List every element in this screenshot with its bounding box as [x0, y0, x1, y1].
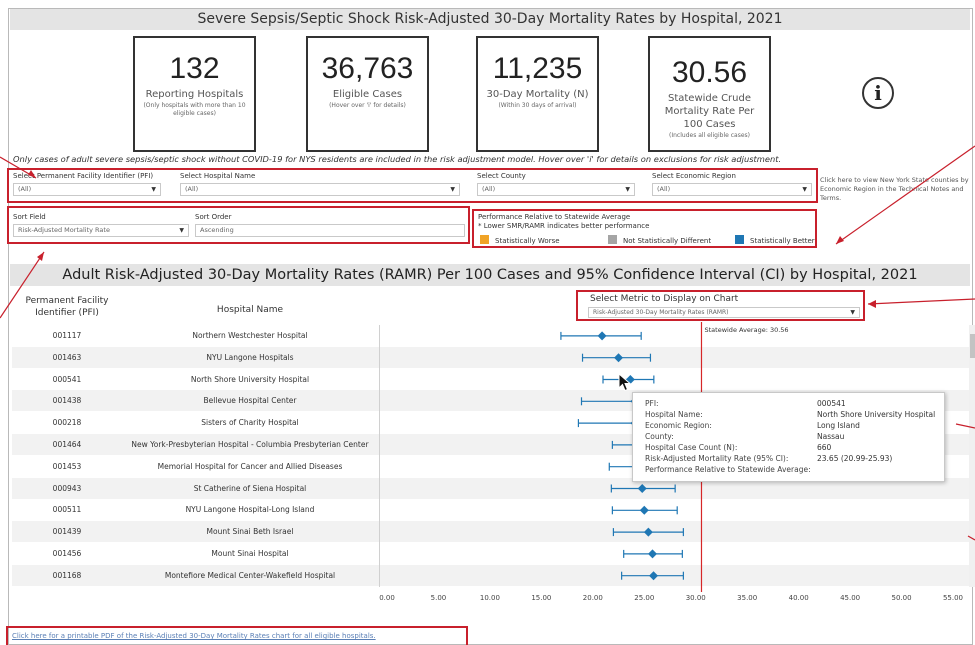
tooltip-value: Nassau — [817, 432, 845, 441]
tooltip-key: Economic Region: — [645, 421, 712, 430]
ramr-point — [597, 331, 607, 341]
hospital-tooltip: PFI: 000541 Hospital Name: North Shore U… — [632, 392, 945, 482]
tooltip-value: North Shore University Hospital — [817, 410, 936, 419]
x-tick-label: 5.00 — [431, 594, 447, 602]
x-tick-label: 35.00 — [737, 594, 757, 602]
ramr-point — [649, 571, 659, 581]
tooltip-key: Performance Relative to Statewide Averag… — [645, 465, 811, 474]
x-tick-label: 50.00 — [892, 594, 912, 602]
scrollbar-thumb[interactable] — [970, 334, 975, 358]
vertical-scrollbar[interactable] — [969, 325, 975, 587]
ramr-point — [637, 484, 647, 493]
x-tick-label: 0.00 — [379, 594, 395, 602]
ramr-chart: Statewide Average: 30.56 0.00 5.00 10.00 15.… — [379, 322, 963, 602]
ramr-point — [639, 505, 649, 515]
x-tick-label: 25.00 — [634, 594, 654, 602]
tooltip-key: Hospital Case Count (N): — [645, 443, 738, 452]
x-tick-label: 20.00 — [583, 594, 603, 602]
ramr-point — [643, 527, 653, 537]
statewide-average-label: Statewide Average: 30.56 — [704, 326, 788, 334]
ramr-point — [648, 549, 658, 559]
tooltip-key: Risk-Adjusted Mortality Rate (95% CI): — [645, 454, 789, 463]
mouse-cursor-icon — [618, 373, 632, 392]
x-tick-label: 30.00 — [686, 594, 706, 602]
x-tick-label: 10.00 — [480, 594, 500, 602]
ramr-point — [614, 353, 624, 363]
tooltip-key: PFI: — [645, 399, 659, 408]
x-tick-label: 15.00 — [531, 594, 551, 602]
tooltip-key: Hospital Name: — [645, 410, 703, 419]
tooltip-value: 23.65 (20.99-25.93) — [817, 454, 893, 463]
x-tick-label: 55.00 — [943, 594, 963, 602]
footer-highlight-box — [6, 626, 468, 645]
x-tick-label: 45.00 — [840, 594, 860, 602]
tooltip-value: 660 — [817, 443, 832, 452]
tooltip-key: County: — [645, 432, 674, 441]
x-tick-label: 40.00 — [789, 594, 809, 602]
tooltip-value: 000541 — [817, 399, 846, 408]
tooltip-value: Long Island — [817, 421, 860, 430]
